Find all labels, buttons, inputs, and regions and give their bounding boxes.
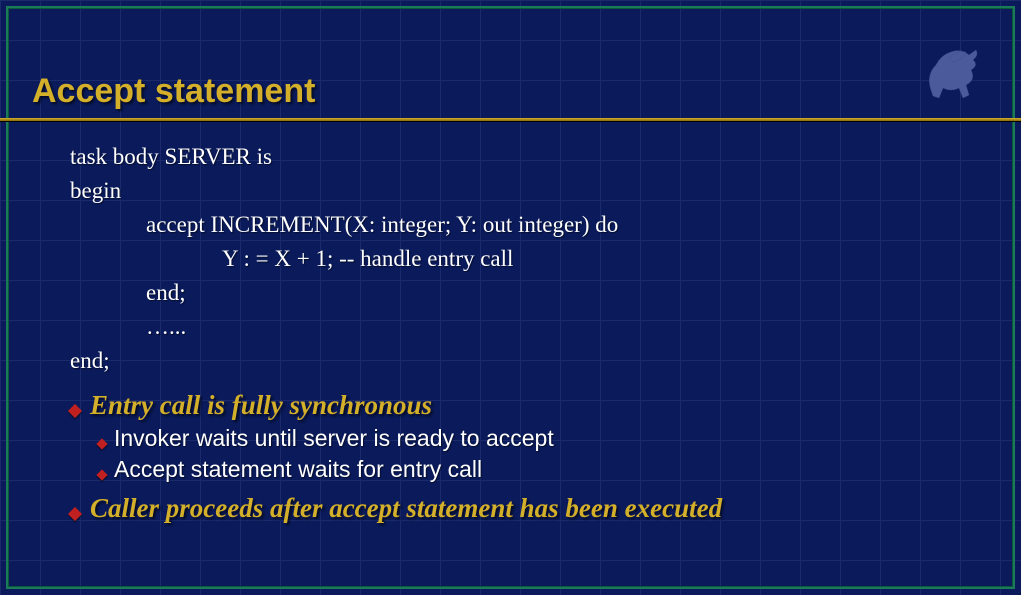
code-line: Y : = X + 1; -- handle entry call	[70, 242, 991, 276]
code-block: task body SERVER is begin accept INCREME…	[70, 140, 991, 378]
bullet-level-1: Entry call is fully synchronous	[70, 390, 991, 421]
bullet-list: Entry call is fully synchronous Invoker …	[70, 390, 991, 524]
diamond-bullet-icon	[96, 470, 107, 481]
diamond-bullet-icon	[68, 507, 82, 521]
code-line: end;	[70, 276, 991, 310]
diamond-bullet-icon	[96, 439, 107, 450]
bullet-level-2: Accept statement waits for entry call	[98, 456, 991, 483]
code-line: begin	[70, 174, 991, 208]
bullet-text: Invoker waits until server is ready to a…	[114, 425, 554, 452]
bullet-text: Accept statement waits for entry call	[114, 456, 482, 483]
diamond-bullet-icon	[68, 404, 82, 418]
title-rule	[0, 118, 1021, 121]
code-line: end;	[70, 344, 991, 378]
griffin-logo	[921, 40, 991, 110]
bullet-text: Entry call is fully synchronous	[90, 390, 432, 421]
code-line: accept INCREMENT(X: integer; Y: out inte…	[70, 208, 991, 242]
bullet-level-2: Invoker waits until server is ready to a…	[98, 425, 991, 452]
slide-content: task body SERVER is begin accept INCREME…	[70, 140, 991, 524]
code-line: task body SERVER is	[70, 140, 991, 174]
bullet-text: Caller proceeds after accept statement h…	[90, 493, 722, 524]
code-line: …...	[70, 310, 991, 344]
slide-title: Accept statement	[32, 72, 315, 111]
bullet-level-1: Caller proceeds after accept statement h…	[70, 493, 991, 524]
